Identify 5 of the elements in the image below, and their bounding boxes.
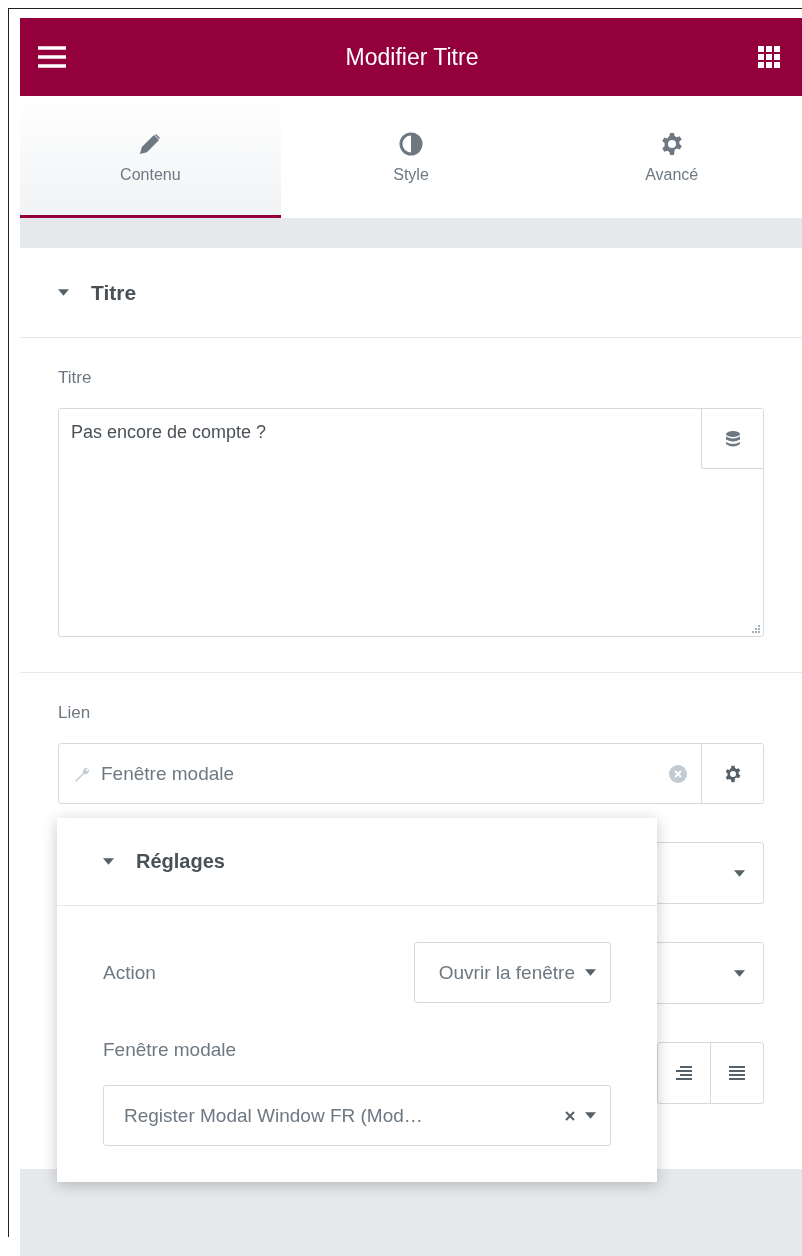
action-label: Action — [103, 961, 156, 984]
modal-label: Fenêtre modale — [103, 1039, 238, 1061]
field-label: Lien — [58, 703, 92, 723]
field-label: Titre — [58, 368, 93, 388]
panel-title: Modifier Titre — [345, 43, 479, 71]
